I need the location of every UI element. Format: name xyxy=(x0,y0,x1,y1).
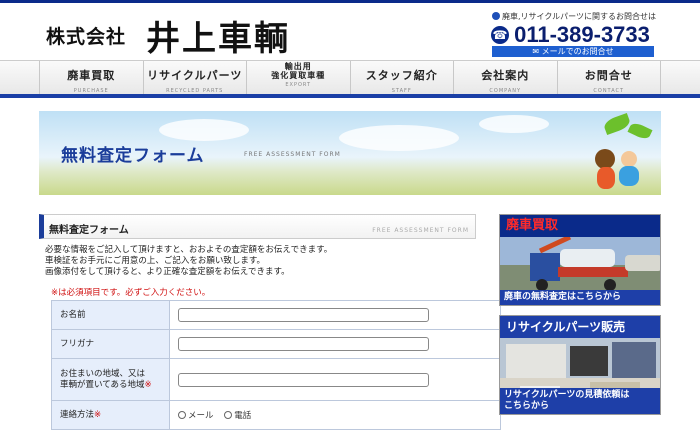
side-banner-recycled-parts[interactable]: リサイクルパーツ販売 リサイクルパーツの見積依頼は こちらから xyxy=(499,315,661,415)
radio-phone[interactable] xyxy=(224,411,233,419)
company-logo-text[interactable]: 井上車輌 xyxy=(146,11,290,60)
mail-contact-label: メールでのお問合せ xyxy=(541,47,614,56)
global-nav: 廃車買取 PURCHASE リサイクルパーツ RECYCLED PARTS 輸出… xyxy=(0,60,700,95)
child-illustration xyxy=(619,166,639,186)
section-subtitle: FREE ASSESSMENT FORM xyxy=(372,227,469,234)
contact-note-text: 廃車,リサイクルパーツに関するお問合せは xyxy=(502,12,656,21)
side-banner-parts-caption: リサイクルパーツの見積依頼は こちらから xyxy=(500,388,660,414)
leaf-icon xyxy=(627,120,653,142)
company-name-prefix: 株式会社 xyxy=(46,26,127,48)
nav-label: 廃車買取 xyxy=(67,69,116,82)
nav-sublabel: EXPORT xyxy=(285,82,312,88)
child-illustration xyxy=(595,149,615,169)
site-header: 株式会社 井上車輌 廃車,リサイクルパーツに関するお問合せは ☎ 011-389… xyxy=(0,3,700,60)
radio-phone-label[interactable]: 電話 xyxy=(234,411,251,421)
contact-method-label: 連絡方法※ xyxy=(51,400,170,430)
nav-label: お問合せ xyxy=(584,69,633,82)
phone-icon: ☎ xyxy=(491,26,509,44)
phone-number: 011-389-3733 xyxy=(514,22,650,47)
nav-item-purchase[interactable]: 廃車買取 PURCHASE xyxy=(40,61,144,95)
section-header: 無料査定フォーム FREE ASSESSMENT FORM xyxy=(39,214,476,239)
main-content: 無料査定フォーム FREE ASSESSMENT FORM 必要な情報をご記入し… xyxy=(39,214,501,430)
address-input[interactable] xyxy=(178,372,429,387)
side-banner-purchase[interactable]: 廃車買取 廃車の無料査定はこちらから xyxy=(499,214,661,306)
nav-item-staff[interactable]: スタッフ紹介 STAFF xyxy=(351,61,454,95)
furigana-label: フリガナ xyxy=(51,329,170,359)
nav-label: リサイクルパーツ xyxy=(147,69,243,82)
banner-subtitle: FREE ASSESSMENT FORM xyxy=(244,151,341,158)
page-banner: 無料査定フォーム FREE ASSESSMENT FORM xyxy=(39,111,661,195)
nav-item-export[interactable]: 輸出用 強化買取車種 EXPORT xyxy=(247,61,351,95)
nav-item-contact[interactable]: お問合せ CONTACT xyxy=(558,61,661,95)
contact-note: 廃車,リサイクルパーツに関するお問合せは xyxy=(492,11,656,22)
phone-number-block[interactable]: ☎ 011-389-3733 xyxy=(491,22,650,47)
address-label-line: 車輌が置いてある地域 xyxy=(60,379,145,390)
side-banner-parts-title: リサイクルパーツ販売 xyxy=(500,316,660,338)
cloud-shape xyxy=(159,119,249,141)
nav-label: スタッフ紹介 xyxy=(365,69,438,82)
address-label: お住まいの地域、又は 車輌が置いてある地域※ xyxy=(51,358,170,401)
child-illustration xyxy=(621,151,637,167)
intro-line: 車検証をお手元にご用意の上、ご記入をお願い致します。 xyxy=(45,256,265,266)
form-row-contact-method: 連絡方法※ メール 電話 xyxy=(51,400,501,430)
radio-email[interactable] xyxy=(178,411,186,419)
banner-title: 無料査定フォーム xyxy=(61,146,205,166)
intro-text: 必要な情報をご記入して頂けますと、おおよその査定額をお伝えできます。 車検証をお… xyxy=(45,245,476,278)
side-banner-purchase-title: 廃車買取 xyxy=(500,215,660,237)
contact-method-label-text: 連絡方法 xyxy=(60,409,95,420)
required-mark: ※ xyxy=(94,409,102,420)
cloud-shape xyxy=(479,115,549,133)
intro-line: 画像添付をして頂けると、より正確な査定額をお伝えできます。 xyxy=(45,267,290,277)
nav-item-recycled-parts[interactable]: リサイクルパーツ RECYCLED PARTS xyxy=(144,61,247,95)
intro-line: 必要な情報をご記入して頂けますと、おおよその査定額をお伝えできます。 xyxy=(45,245,333,255)
furigana-input[interactable] xyxy=(178,337,429,351)
bullet-icon xyxy=(492,12,500,20)
required-mark: ※ xyxy=(144,379,152,390)
radio-email-label[interactable]: メール xyxy=(188,411,214,421)
mail-icon: ✉ xyxy=(532,47,542,56)
mail-contact-button[interactable]: ✉ メールでのお問合せ xyxy=(492,46,654,57)
name-label: お名前 xyxy=(51,300,170,330)
child-illustration xyxy=(597,167,615,189)
nav-underline-bar xyxy=(0,94,700,98)
nav-item-company[interactable]: 会社案内 COMPANY xyxy=(454,61,558,95)
form-row-name: お名前 xyxy=(51,300,501,330)
cloud-shape xyxy=(339,125,459,151)
form-row-address: お住まいの地域、又は 車輌が置いてある地域※ xyxy=(51,358,501,401)
section-title: 無料査定フォーム xyxy=(49,225,129,236)
name-input[interactable] xyxy=(178,308,429,322)
sidebar: 廃車買取 廃車の無料査定はこちらから リサイクルパーツ販売 リサイクルパーツの見… xyxy=(499,214,661,415)
address-label-line: お住まいの地域、又は xyxy=(60,368,146,379)
nav-label: 会社案内 xyxy=(481,69,530,82)
assessment-form: お名前 フリガナ お住まいの地域、又は 車輌が置いてある地域※ 連絡方法※ メー… xyxy=(51,300,501,430)
form-row-furigana: フリガナ xyxy=(51,329,501,359)
nav-label: 輸出用 強化買取車種 xyxy=(271,62,326,80)
required-note: ※は必須項目です。必ずご入力ください。 xyxy=(51,288,211,298)
side-banner-purchase-caption: 廃車の無料査定はこちらから xyxy=(500,290,660,305)
